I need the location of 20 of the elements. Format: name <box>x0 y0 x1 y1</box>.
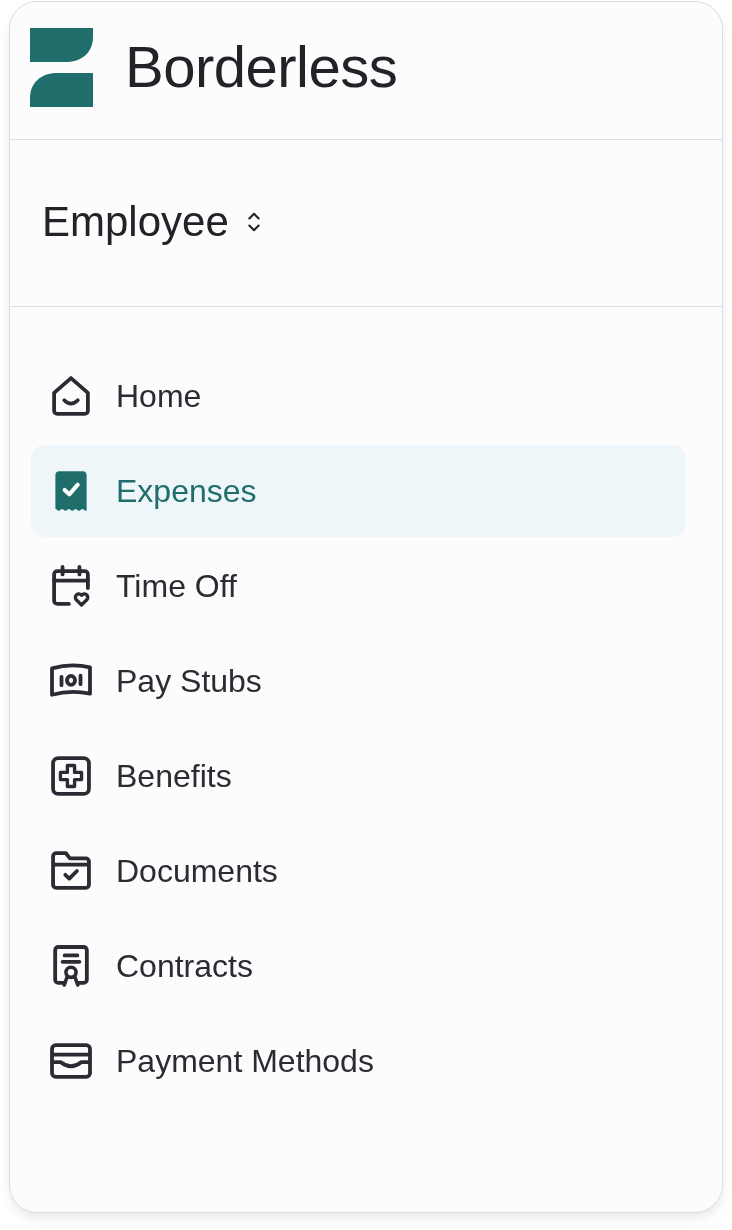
nav-item[interactable]: Contracts <box>31 920 686 1012</box>
receipt-check-icon <box>52 472 90 510</box>
nav-item[interactable]: Home <box>31 350 686 442</box>
brand-name: Borderless <box>125 37 398 96</box>
nav-item[interactable]: Payment Methods <box>31 1015 686 1107</box>
role-switcher[interactable]: Employee <box>42 201 261 243</box>
house-icon <box>52 377 90 415</box>
logo-icon <box>30 28 93 107</box>
nav-item[interactable]: Benefits <box>31 730 686 822</box>
plus-square-icon <box>52 757 90 795</box>
wallet-icon <box>52 1042 90 1080</box>
banknote-icon <box>52 662 90 700</box>
nav-item[interactable]: Expenses <box>31 445 686 537</box>
calendar-heart-icon <box>52 567 90 605</box>
chevron-up-down-icon <box>246 210 261 234</box>
nav-item[interactable]: Time Off <box>31 540 686 632</box>
folder-check-icon <box>52 852 90 890</box>
nav-item[interactable]: Documents <box>31 825 686 917</box>
certificate-icon <box>52 947 90 985</box>
nav-item[interactable]: Pay Stubs <box>31 635 686 727</box>
